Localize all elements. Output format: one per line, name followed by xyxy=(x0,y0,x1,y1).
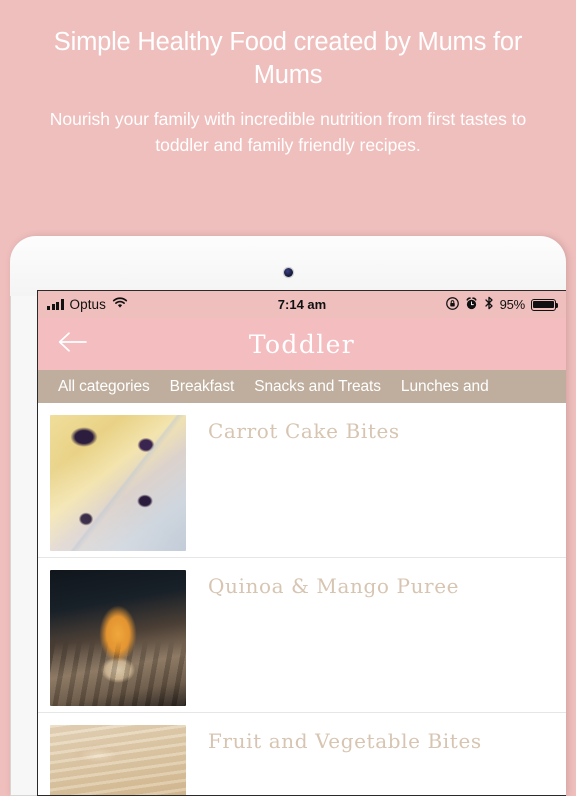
navigation-bar: Toddler xyxy=(38,318,566,370)
tab-lunches-and[interactable]: Lunches and xyxy=(391,378,499,396)
status-bar-right: 95% xyxy=(445,291,559,318)
tab-all-categories[interactable]: All categories xyxy=(48,378,160,396)
promo-header: Simple Healthy Food created by Mums for … xyxy=(0,0,576,236)
rotation-lock-icon xyxy=(445,296,459,313)
promo-subtitle: Nourish your family with incredible nutr… xyxy=(49,109,527,155)
device-screen: Optus 7:14 am 95% Toddler All categories… xyxy=(37,290,566,796)
category-tab-bar[interactable]: All categories Breakfast Snacks and Trea… xyxy=(38,370,566,403)
promo-title: Simple Healthy Food created by Mums for … xyxy=(53,28,523,89)
device-bezel-highlight xyxy=(10,236,566,296)
tablet-device-mockup: Optus 7:14 am 95% Toddler All categories… xyxy=(10,236,566,796)
alarm-clock-icon xyxy=(465,296,478,313)
recipe-list[interactable]: Carrot Cake Bites Quinoa & Mango Puree F… xyxy=(38,403,566,795)
recipe-title: Fruit and Vegetable Bites xyxy=(208,729,482,753)
recipe-thumbnail xyxy=(50,570,186,706)
battery-full-icon xyxy=(531,298,559,311)
battery-percent-label: 95% xyxy=(499,297,526,312)
recipe-thumbnail xyxy=(50,415,186,551)
front-camera-icon xyxy=(284,268,293,277)
list-item[interactable]: Fruit and Vegetable Bites xyxy=(38,713,566,795)
recipe-title: Carrot Cake Bites xyxy=(208,419,400,443)
recipe-title: Quinoa & Mango Puree xyxy=(208,574,460,598)
list-item[interactable]: Carrot Cake Bites xyxy=(38,403,566,558)
tab-breakfast[interactable]: Breakfast xyxy=(160,378,245,396)
tab-snacks-and-treats[interactable]: Snacks and Treats xyxy=(244,378,391,396)
status-bar: Optus 7:14 am 95% xyxy=(38,291,566,318)
bluetooth-icon xyxy=(484,296,494,313)
list-item[interactable]: Quinoa & Mango Puree xyxy=(38,558,566,713)
recipe-thumbnail xyxy=(50,725,186,795)
page-title: Toddler xyxy=(248,329,356,359)
